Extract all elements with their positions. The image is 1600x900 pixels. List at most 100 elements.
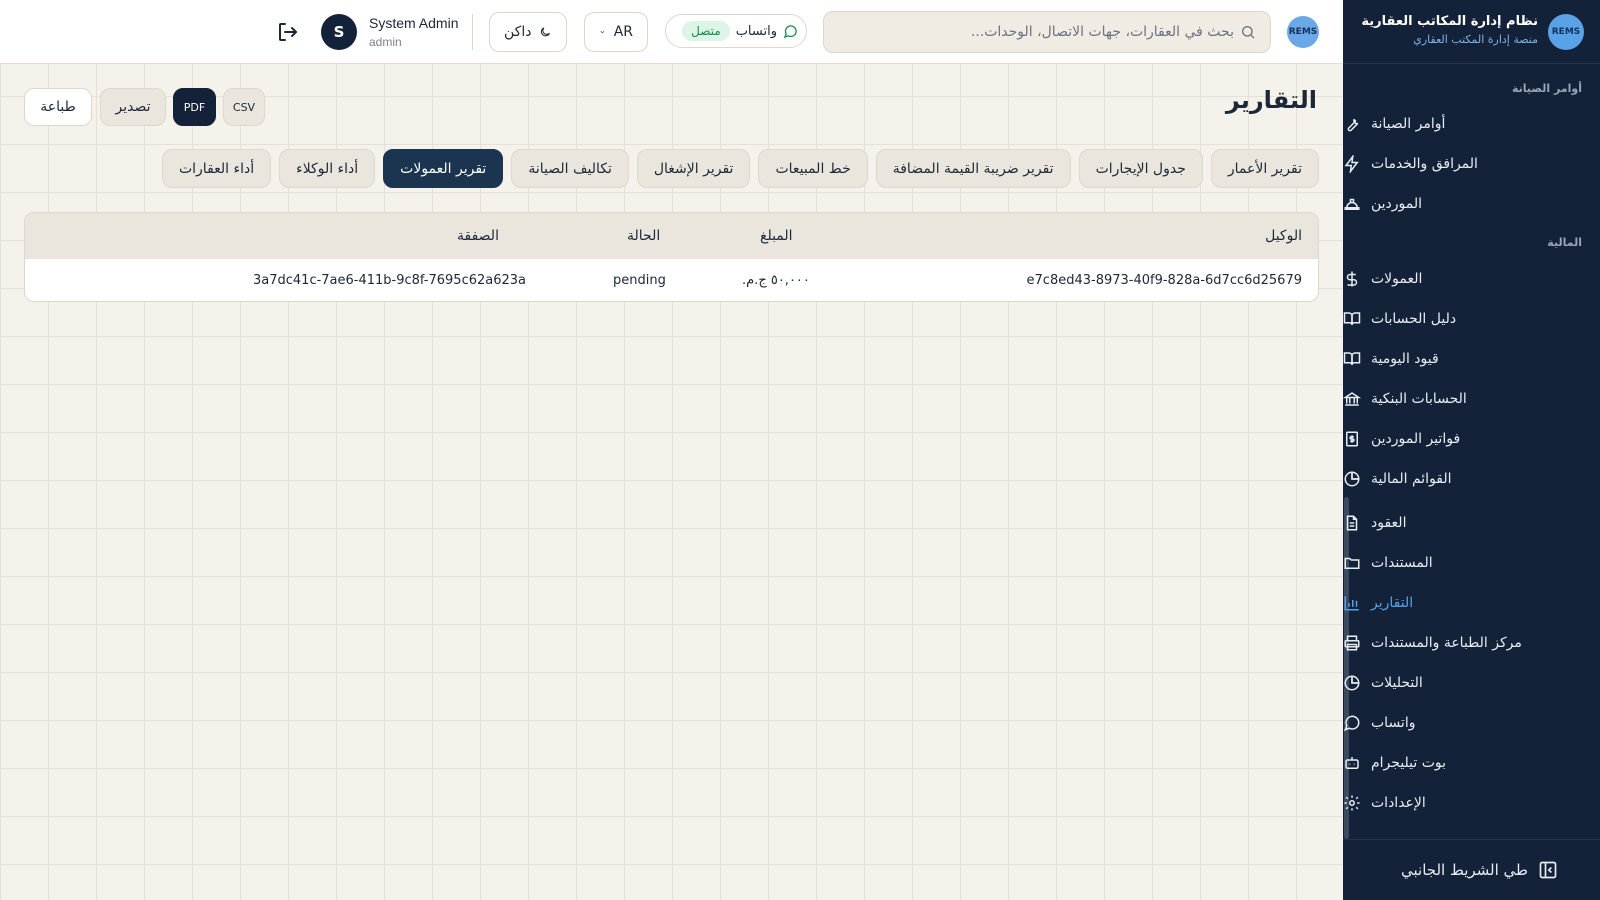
whatsapp-status[interactable]: واتساب متصل (665, 14, 807, 48)
sidebar-item-label: العقود (1371, 515, 1407, 531)
theme-toggle-button[interactable]: داكن (489, 12, 567, 52)
brand-subtitle: منصة إدارة المكتب العقاري (1413, 33, 1538, 46)
brand-title: نظام إدارة المكاتب العقارية (1361, 14, 1538, 29)
printer-icon (1344, 635, 1360, 651)
theme-label: داكن (504, 24, 532, 40)
tab-rent-roll[interactable]: جدول الإيجارات (1078, 149, 1203, 188)
sidebar-item-label: التحليلات (1371, 675, 1423, 691)
whatsapp-icon (783, 24, 797, 38)
tab-maintenance-costs[interactable]: تكاليف الصيانة (511, 149, 629, 188)
tab-commissions-report[interactable]: تقرير العمولات (383, 149, 504, 188)
sidebar-item-print-center[interactable]: مركز الطباعة والمستندات (1343, 625, 1600, 661)
tab-sales-pipeline[interactable]: خط المبيعات (758, 149, 868, 188)
sidebar-item-label: الحسابات البنكية (1371, 391, 1467, 407)
sidebar-item-label: المرافق والخدمات (1371, 156, 1478, 172)
tab-occupancy-report[interactable]: تقرير الإشغال (636, 149, 751, 188)
header-divider (472, 14, 473, 50)
gear-icon (1344, 795, 1360, 811)
column-header-deal: الصفقة (457, 228, 499, 244)
csv-button[interactable]: CSV (223, 88, 265, 126)
folder-icon (1344, 557, 1360, 569)
report-tabs: تقرير الأعمار جدول الإيجارات تقرير ضريبة… (161, 149, 1319, 188)
sidebar-item-label: قيود اليومية (1371, 351, 1439, 367)
chat-icon (1343, 715, 1360, 732)
dollar-icon (1346, 271, 1358, 287)
sidebar-item-label: العمولات (1371, 271, 1423, 287)
app-logo: REMS (1287, 16, 1319, 48)
main-content: S System Admin admin داكن AR واتساب متصل… (0, 0, 1343, 900)
sidebar-item-label: أوامر الصيانة (1371, 116, 1446, 132)
sidebar-item-label: مركز الطباعة والمستندات (1371, 635, 1522, 651)
table-cell-amount: ٥٠,٠٠٠ ج.م. (742, 273, 810, 288)
sidebar-item-journal-entries[interactable]: قيود اليومية (1343, 341, 1600, 377)
sidebar-item-documents[interactable]: المستندات (1343, 545, 1600, 581)
column-header-status: الحالة (627, 228, 661, 244)
collapse-sidebar-button[interactable]: طي الشريط الجانبي (1401, 858, 1558, 882)
whatsapp-label: واتساب (735, 23, 777, 39)
sidebar-item-chart-of-accounts[interactable]: دليل الحسابات (1343, 301, 1600, 337)
sidebar-item-label: الموردين (1371, 196, 1423, 212)
sidebar-item-telegram-bot[interactable]: بوت تيليجرام (1343, 745, 1600, 781)
sidebar-item-maintenance-orders[interactable]: أوامر الصيانة (1343, 106, 1600, 142)
section-finance: المالية (1547, 236, 1582, 249)
bot-icon (1345, 757, 1359, 769)
commissions-table: الوكيل المبلغ الحالة الصفقة e7c8ed43-897… (24, 212, 1319, 302)
sidebar-item-label: التقارير (1371, 595, 1414, 611)
sidebar-item-label: بوت تيليجرام (1371, 755, 1447, 771)
book-icon (1343, 312, 1361, 326)
page-title: التقارير (1225, 86, 1317, 114)
sidebar-item-utilities[interactable]: المرافق والخدمات (1343, 146, 1600, 182)
search-box (823, 11, 1271, 53)
table-cell-agent: e7c8ed43-8973-40f9-828a-6d7cc6d25679 (1026, 273, 1302, 288)
language-select[interactable]: AR (584, 12, 648, 52)
avatar[interactable]: S (321, 14, 357, 50)
print-button[interactable]: طباعة (24, 88, 92, 126)
book-open-icon (1343, 352, 1361, 366)
sidebar-item-financial-statements[interactable]: القوائم المالية (1343, 461, 1600, 497)
sidebar-item-label: دليل الحسابات (1371, 311, 1457, 327)
tab-agent-performance[interactable]: أداء الوكلاء (279, 149, 376, 188)
collapse-icon (1539, 861, 1557, 879)
export-button[interactable]: تصدير (100, 88, 166, 126)
logout-icon[interactable] (276, 20, 300, 44)
wrench-icon (1347, 118, 1359, 132)
sidebar-item-bank-accounts[interactable]: الحسابات البنكية (1343, 381, 1600, 417)
bank-icon (1343, 392, 1361, 406)
table-cell-deal: 3a7dc41c-7ae6-411b-9c8f-7695c62a623a (253, 273, 527, 288)
sidebar-item-whatsapp[interactable]: واتساب (1343, 705, 1600, 741)
search-input[interactable] (836, 12, 1234, 52)
collapse-label: طي الشريط الجانبي (1401, 861, 1528, 879)
sidebar-item-reports[interactable]: التقارير (1343, 585, 1600, 621)
tab-property-performance[interactable]: أداء العقارات (161, 149, 272, 188)
sidebar-item-label: المستندات (1371, 555, 1433, 571)
top-bar: S System Admin admin داكن AR واتساب متصل… (0, 0, 1343, 64)
user-role: admin (369, 35, 402, 49)
pdf-button[interactable]: PDF (173, 88, 216, 126)
sidebar-divider (1343, 63, 1600, 64)
chevron-down-icon (600, 30, 605, 34)
tab-vat-report[interactable]: تقرير ضريبة القيمة المضافة (875, 149, 1071, 188)
column-header-agent: الوكيل (1265, 228, 1302, 244)
section-maintenance: أوامر الصيانة (1511, 82, 1582, 95)
sidebar-item-vendors[interactable]: الموردين (1343, 186, 1600, 222)
sidebar-item-analytics[interactable]: التحليلات (1343, 665, 1600, 701)
helmet-icon (1344, 198, 1360, 210)
lightning-icon (1344, 155, 1359, 173)
sidebar-item-contracts[interactable]: العقود (1343, 505, 1600, 541)
brand-logo: REMS (1548, 14, 1584, 50)
sidebar: REMS نظام إدارة المكاتب العقارية منصة إد… (1343, 0, 1600, 900)
tab-aging-report[interactable]: تقرير الأعمار (1210, 149, 1319, 188)
sidebar-item-commissions[interactable]: العمولات (1343, 261, 1600, 297)
search-icon (1240, 24, 1256, 40)
invoice-icon (1346, 431, 1358, 447)
pie-chart-icon (1344, 471, 1360, 487)
sidebar-item-label: الإعدادات (1371, 795, 1426, 811)
sidebar-item-label: القوائم المالية (1371, 471, 1452, 487)
sidebar-item-label: واتساب (1371, 715, 1416, 731)
sidebar-item-vendor-invoices[interactable]: فواتير الموردين (1343, 421, 1600, 457)
column-header-amount: المبلغ (760, 228, 793, 244)
status-badge: متصل (682, 21, 730, 41)
table-cell-status: pending (613, 273, 666, 288)
sidebar-item-settings[interactable]: الإعدادات (1343, 785, 1600, 821)
bar-chart-icon (1344, 596, 1359, 611)
